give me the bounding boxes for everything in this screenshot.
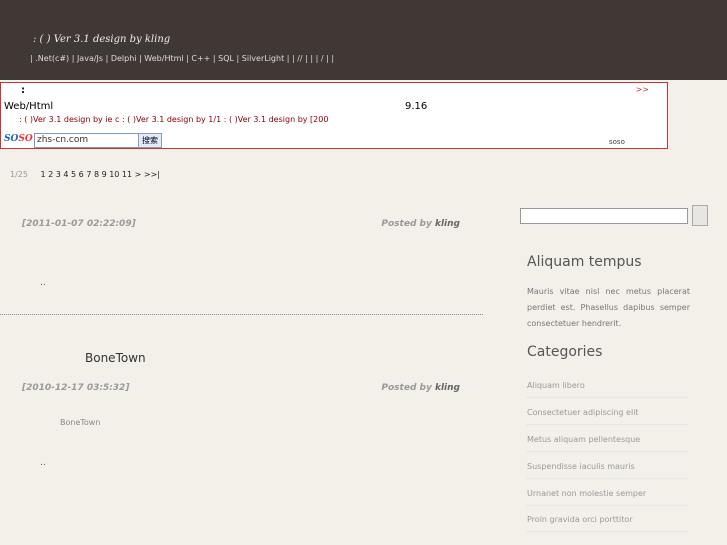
sidebar-categories-title: Categories [527, 344, 603, 360]
post-date: [2011-01-07 02:22:09] [22, 219, 136, 229]
category-link[interactable]: Suspendisse iaculis mauris [527, 462, 687, 479]
category-link[interactable]: Aliquam libero [527, 381, 687, 398]
post-title[interactable]: BoneTown [85, 351, 146, 365]
post-read-more[interactable]: .. [40, 278, 46, 288]
category-link[interactable]: Proin gravida orci porttitor [527, 515, 687, 532]
sidebar-about-title: Aliquam tempus [527, 254, 642, 270]
post-author: Posted by kling [381, 219, 460, 229]
post-date: [2010-12-17 03:5:32] [22, 383, 130, 393]
sidebar-search-input[interactable] [520, 208, 688, 224]
site-tagline: : ( ) Ver 3.1 design by kling [33, 34, 171, 45]
sidebar-about-text: Mauris vitae nisl nec metus placerat per… [527, 287, 690, 328]
category-link[interactable]: Urnanet non molestie semper [527, 489, 687, 506]
notice-version: 9.16 [405, 101, 428, 112]
notice-label: : [21, 85, 25, 96]
post-author: Posted by kling [381, 383, 460, 393]
page-links[interactable]: 1 2 3 4 5 6 7 8 9 10 11 > >>| [41, 170, 161, 179]
posted-by-label: Posted by [381, 383, 432, 393]
notice-box: : >> Web/Html 9.16 : ( )Ver 3.1 design b… [0, 82, 668, 149]
soso-logo[interactable]: SOSO [4, 134, 33, 144]
post-divider [0, 314, 483, 315]
posted-by-label: Posted by [381, 219, 432, 229]
main-nav[interactable]: | .Net(c#) | Java/Js | Delphi | Web/Html… [30, 54, 334, 63]
author-link[interactable]: kling [435, 219, 460, 229]
soso-logo-part-a: SO [4, 134, 19, 144]
post-excerpt: BoneTown [60, 418, 101, 427]
category-link[interactable]: Consectetuer adipiscing elit [527, 408, 687, 425]
post-read-more[interactable]: .. [40, 458, 46, 468]
pagination: 1/25 1 2 3 4 5 6 7 8 9 10 11 > >>| [10, 170, 160, 179]
soso-logo-part-b: SO [18, 134, 33, 144]
notice-category-link[interactable]: Web/Html [4, 101, 53, 112]
soso-search-input[interactable]: zhs-cn.com [34, 133, 140, 148]
page-count: 1/25 [10, 170, 28, 179]
notice-more-link[interactable]: >> [636, 85, 649, 94]
soso-search-button[interactable]: 搜索 [138, 133, 162, 148]
notice-marquee[interactable]: : ( )Ver 3.1 design by ie c : ( )Ver 3.1… [19, 115, 328, 124]
soso-link[interactable]: soso [609, 138, 625, 146]
sidebar-search-button[interactable] [692, 205, 708, 226]
author-link[interactable]: kling [435, 383, 460, 393]
category-link[interactable]: Metus aliquam pellentesque [527, 435, 687, 452]
site-header: : ( ) Ver 3.1 design by kling | .Net(c#)… [0, 0, 727, 80]
